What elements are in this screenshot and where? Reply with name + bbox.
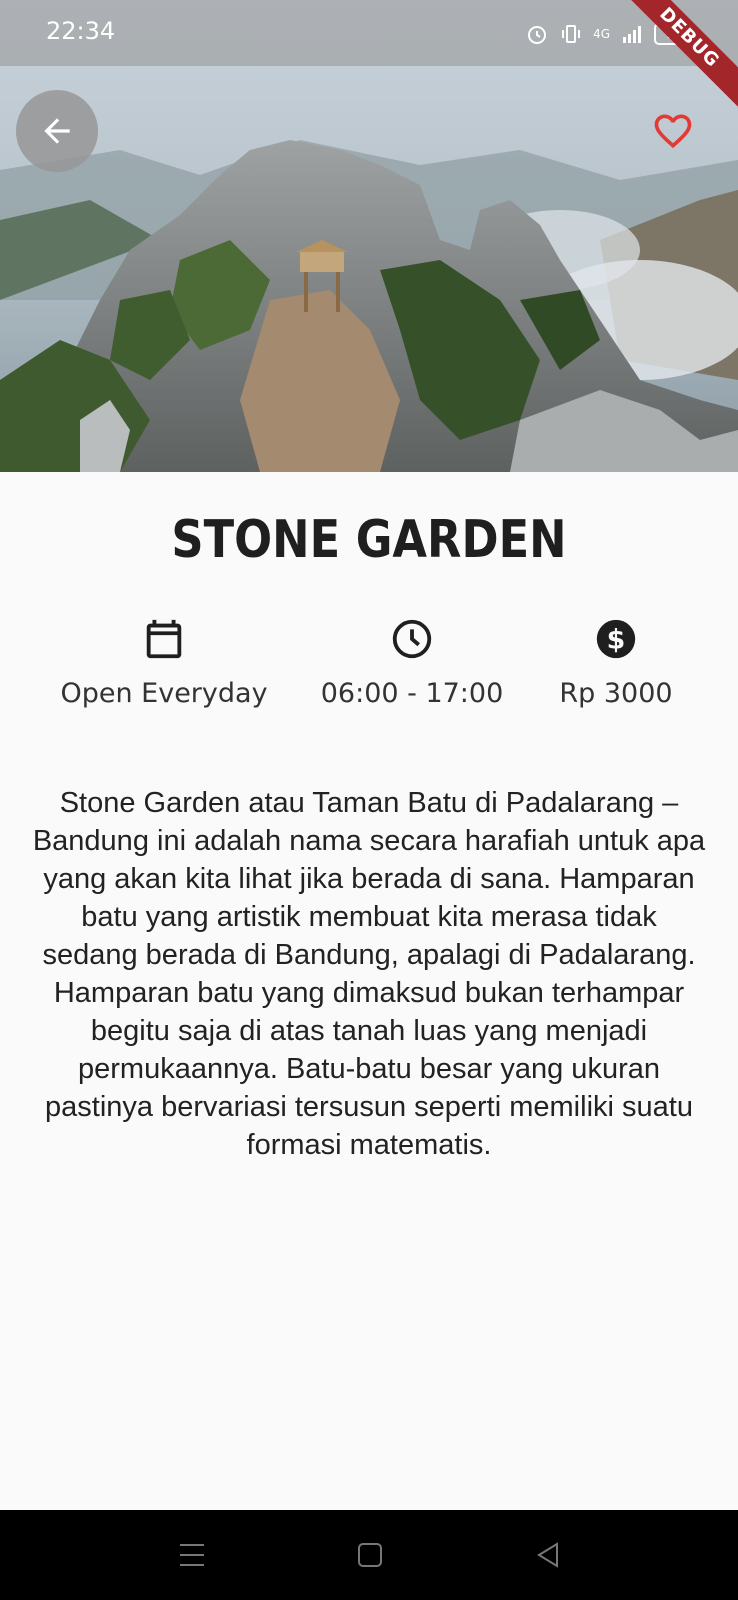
hero-image: 22:34 4G 74 DEBUG bbox=[0, 0, 738, 472]
clock-icon bbox=[392, 619, 432, 659]
info-open-days: Open Everyday bbox=[34, 614, 294, 709]
nav-menu-button[interactable] bbox=[172, 1538, 212, 1572]
favorite-button[interactable] bbox=[650, 108, 696, 154]
home-square-icon bbox=[358, 1543, 382, 1567]
calendar-icon bbox=[146, 619, 182, 659]
vibrate-icon bbox=[562, 25, 581, 43]
info-price-label: Rp 3000 bbox=[559, 678, 673, 709]
alarm-icon bbox=[528, 26, 547, 44]
nav-back-button[interactable] bbox=[528, 1538, 568, 1572]
signal-icon bbox=[623, 26, 641, 43]
info-open-days-label: Open Everyday bbox=[60, 678, 268, 709]
status-time: 22:34 bbox=[46, 17, 116, 45]
info-row: Open Everyday 06:00 - 17:00 $ Rp 3000 bbox=[0, 614, 738, 724]
place-title: STONE GARDEN bbox=[171, 510, 567, 570]
info-price: $ Rp 3000 bbox=[486, 614, 738, 709]
dollar-icon: $ bbox=[596, 619, 636, 659]
heart-outline-icon bbox=[654, 114, 692, 149]
nav-home-button[interactable] bbox=[350, 1538, 390, 1572]
menu-icon bbox=[180, 1544, 204, 1566]
arrow-left-icon bbox=[44, 118, 70, 144]
status-bar: 22:34 4G 74 DEBUG bbox=[0, 0, 738, 116]
svg-text:$: $ bbox=[607, 625, 626, 656]
system-nav-bar bbox=[0, 1510, 738, 1600]
network-label: 4G bbox=[593, 27, 610, 41]
mountain-landscape-image bbox=[0, 0, 738, 472]
place-description: Stone Garden atau Taman Batu di Padalara… bbox=[32, 787, 706, 1161]
back-triangle-icon bbox=[537, 1542, 558, 1568]
back-button[interactable] bbox=[16, 90, 98, 172]
